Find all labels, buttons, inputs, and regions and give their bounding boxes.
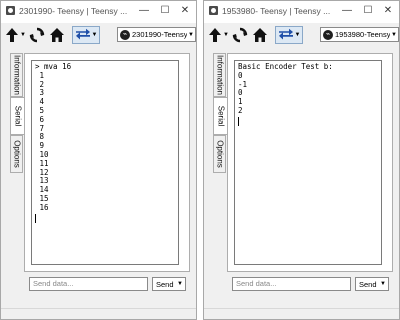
upload-arrow-icon: [6, 28, 18, 42]
serial-output-line: 5: [35, 105, 45, 115]
teensy-window-right: 1953980- Teensy | Teensy ... — ☐ ✕ ▼ ▼ ⌁…: [203, 0, 400, 320]
serial-output-line: 13: [35, 176, 49, 186]
maximize-button[interactable]: ☐: [157, 3, 173, 19]
send-data-input[interactable]: Send data...: [29, 277, 148, 291]
serial-output-line: 0: [238, 88, 243, 98]
toolbar: ▼ ▼ ⌁ 1953980-Teensy ▼: [204, 23, 399, 47]
tab-options[interactable]: Options: [213, 135, 226, 173]
status-bar: [1, 308, 196, 309]
tab-options[interactable]: Options: [10, 135, 23, 173]
app-icon: [209, 6, 218, 15]
tab-information[interactable]: Information: [10, 53, 23, 97]
port-selector-button[interactable]: ▼: [275, 26, 303, 44]
chevron-down-icon: ▼: [391, 31, 397, 38]
serial-output-line: 1: [238, 97, 243, 107]
upload-arrow-icon: [209, 28, 221, 42]
serial-output-line: 9: [35, 141, 45, 151]
toolbar: ▼ ▼ ⌁ 2301990-Teensy ▼: [1, 23, 196, 47]
chevron-down-icon: ▼: [91, 32, 98, 38]
tab-label: Serial: [13, 105, 22, 127]
serial-output-line: 1: [35, 70, 45, 80]
tab-label: Serial: [216, 105, 225, 127]
home-icon: [253, 28, 267, 42]
minimize-button[interactable]: —: [339, 3, 355, 19]
title-bar[interactable]: 1953980- Teensy | Teensy ... — ☐ ✕: [204, 1, 399, 23]
send-row: Send data... Send ▼: [1, 276, 196, 294]
tab-label: Information: [12, 54, 21, 96]
chevron-down-icon[interactable]: ▼: [20, 32, 26, 38]
send-row: Send data... Send ▼: [204, 276, 399, 294]
tab-information[interactable]: Information: [213, 53, 226, 97]
tab-serial[interactable]: Serial: [10, 97, 25, 135]
serial-output-line: 0: [238, 70, 243, 80]
serial-output-line: 2: [238, 105, 243, 115]
upload-button[interactable]: ▼: [5, 26, 26, 44]
close-button[interactable]: ✕: [380, 3, 396, 19]
port-dropdown[interactable]: ⌁ 2301990-Teensy ▼: [117, 27, 196, 42]
home-button[interactable]: [252, 26, 268, 44]
chevron-down-icon[interactable]: ▼: [380, 281, 386, 287]
close-button[interactable]: ✕: [177, 3, 193, 19]
app-icon: [6, 6, 15, 15]
home-icon: [50, 28, 64, 42]
port-selector-button[interactable]: ▼: [72, 26, 100, 44]
window-title: 2301990- Teensy | Teensy ...: [19, 6, 128, 16]
sync-button[interactable]: [232, 26, 248, 44]
serial-output-line: 10: [35, 149, 49, 159]
chevron-down-icon[interactable]: ▼: [223, 32, 229, 38]
serial-output-line: 14: [35, 185, 49, 195]
serial-panel: > mva 16 1 2 3 4 5 6 7 8 9 10 11 12 13 1…: [24, 53, 190, 272]
title-bar[interactable]: 2301990- Teensy | Teensy ... — ☐ ✕: [1, 1, 196, 23]
send-button-label: Send: [359, 279, 377, 289]
teensy-window-left: 2301990- Teensy | Teensy ... — ☐ ✕ ▼ ▼ ⌁…: [0, 0, 197, 320]
serial-output-line: 11: [35, 158, 49, 168]
serial-output-line: 3: [35, 88, 45, 98]
chevron-down-icon: ▼: [188, 31, 194, 38]
send-button-label: Send: [156, 279, 174, 289]
maximize-button[interactable]: ☐: [360, 3, 376, 19]
swap-arrows-icon: [278, 28, 293, 40]
serial-output[interactable]: Basic Encoder Test b: 0 -1 0 1 2: [234, 60, 382, 265]
tab-serial[interactable]: Serial: [213, 97, 228, 135]
serial-output-line: 12: [35, 167, 49, 177]
window-title: 1953980- Teensy | Teensy ...: [222, 6, 331, 16]
sync-icon: [232, 27, 248, 43]
serial-output[interactable]: > mva 16 1 2 3 4 5 6 7 8 9 10 11 12 13 1…: [31, 60, 179, 265]
serial-output-line: 6: [35, 114, 45, 124]
send-button[interactable]: Send ▼: [152, 277, 186, 291]
serial-output-line: 7: [35, 123, 45, 133]
upload-button[interactable]: ▼: [208, 26, 229, 44]
swap-arrows-icon: [75, 28, 90, 40]
chevron-down-icon: ▼: [294, 32, 301, 38]
port-status-icon: ⌁: [323, 29, 333, 40]
serial-output-line: Basic Encoder Test b:: [238, 62, 333, 71]
status-bar: [204, 308, 399, 309]
text-cursor: [238, 116, 239, 126]
tab-label: Information: [215, 54, 224, 96]
serial-output-line: 4: [35, 97, 45, 107]
serial-output-line: 16: [35, 202, 49, 212]
tab-label: Options: [215, 140, 224, 168]
minimize-button[interactable]: —: [136, 3, 152, 19]
serial-output-line: 8: [35, 132, 45, 142]
port-status-icon: ⌁: [120, 29, 130, 40]
home-button[interactable]: [49, 26, 65, 44]
sync-icon: [29, 27, 45, 43]
serial-output-line: > mva 16: [35, 62, 72, 71]
sync-button[interactable]: [29, 26, 45, 44]
serial-output-line: -1: [238, 79, 248, 89]
chevron-down-icon[interactable]: ▼: [177, 281, 183, 287]
text-cursor: [35, 213, 36, 223]
port-dropdown[interactable]: ⌁ 1953980-Teensy ▼: [320, 27, 399, 42]
port-label: 1953980-Teensy: [335, 30, 390, 39]
send-data-input[interactable]: Send data...: [232, 277, 351, 291]
serial-panel: Basic Encoder Test b: 0 -1 0 1 2: [227, 53, 393, 272]
serial-output-line: 15: [35, 193, 49, 203]
send-button[interactable]: Send ▼: [355, 277, 389, 291]
port-label: 2301990-Teensy: [132, 30, 187, 39]
serial-output-line: 2: [35, 79, 45, 89]
tab-label: Options: [12, 140, 21, 168]
